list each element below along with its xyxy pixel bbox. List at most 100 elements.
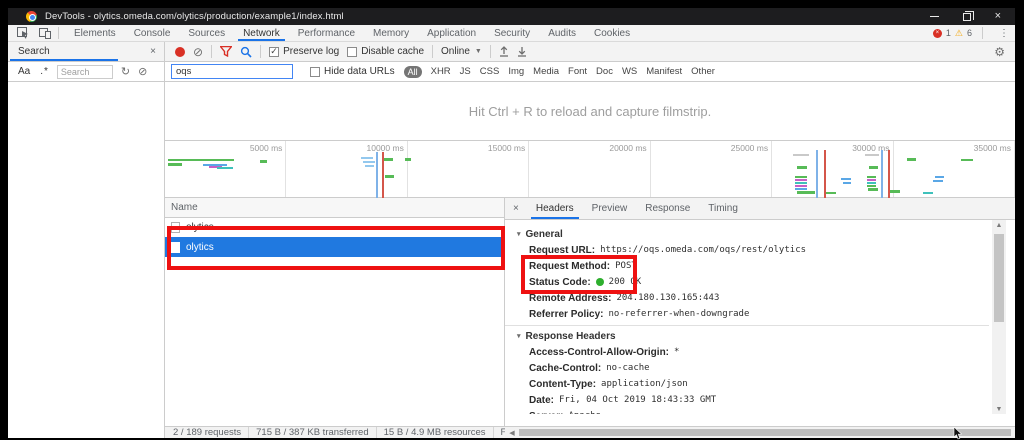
tab-memory[interactable]: Memory xyxy=(364,25,418,41)
search-input[interactable] xyxy=(57,65,113,79)
checkbox-unchecked-icon[interactable] xyxy=(347,47,357,57)
filter-pill-ws[interactable]: WS xyxy=(622,66,637,77)
warning-count: 6 xyxy=(967,28,972,38)
tab-response[interactable]: Response xyxy=(636,198,699,219)
filter-pill-manifest[interactable]: Manifest xyxy=(646,66,682,77)
scroll-down-icon[interactable]: ▼ xyxy=(992,404,1006,414)
network-filter-bar: Hide data URLs All XHR JS CSS Img Media … xyxy=(165,62,1015,81)
vertical-scrollbar[interactable]: ▲ ▼ xyxy=(992,220,1006,414)
checkbox-checked-icon[interactable]: ✓ xyxy=(269,47,279,57)
search-input-bar: Aa .* ↻ ⊘ xyxy=(8,62,165,81)
title-bar: DevTools - olytics.omeda.com/olytics/pro… xyxy=(8,8,1015,25)
error-badge-icon[interactable]: × xyxy=(933,29,942,38)
clear-search-icon[interactable]: ⊘ xyxy=(138,65,147,78)
name-column-header[interactable]: Name xyxy=(165,198,504,218)
filter-pill-css[interactable]: CSS xyxy=(480,66,500,77)
tab-console[interactable]: Console xyxy=(125,25,180,41)
timeline-segment: 25000 ms xyxy=(651,141,772,197)
export-har-icon[interactable] xyxy=(517,46,527,57)
record-button[interactable] xyxy=(175,47,185,57)
response-headers-section-header[interactable]: ▾ Response Headers xyxy=(517,328,989,344)
more-options-icon[interactable]: ⋮ xyxy=(999,28,1009,39)
throttling-dropdown[interactable]: Online ▼ xyxy=(441,46,482,57)
checkbox-unchecked-icon[interactable] xyxy=(310,67,320,77)
request-row-selected[interactable]: olytics xyxy=(165,237,504,257)
filter-pill-js[interactable]: JS xyxy=(460,66,471,77)
filter-pill-all[interactable]: All xyxy=(404,66,422,78)
maximize-button[interactable] xyxy=(963,13,971,21)
close-details-icon[interactable]: × xyxy=(505,198,527,219)
scrollbar-thumb[interactable] xyxy=(519,429,1011,436)
scrollbar-thumb[interactable] xyxy=(994,234,1004,322)
search-results-panel xyxy=(8,82,165,438)
network-panel: Hit Ctrl + R to reload and capture films… xyxy=(165,82,1015,438)
divider xyxy=(982,27,983,39)
preserve-log-checkbox[interactable]: ✓ Preserve log xyxy=(269,46,339,57)
search-panel-title: Search xyxy=(18,46,50,57)
section-divider xyxy=(505,325,989,326)
import-har-icon[interactable] xyxy=(499,46,509,57)
window-title: DevTools - olytics.omeda.com/olytics/pro… xyxy=(45,11,344,22)
network-toolbar: ⊘ ✓ Preserve log Disable cache Online ▼ … xyxy=(165,42,1015,61)
active-tab-underline xyxy=(10,59,118,61)
section-title: Response Headers xyxy=(526,331,616,342)
request-row[interactable]: olytics xyxy=(165,218,504,237)
hide-data-urls-checkbox[interactable]: Hide data URLs xyxy=(310,66,395,77)
gear-icon[interactable]: ⚙ xyxy=(994,45,1005,59)
scroll-left-icon[interactable]: ◀ xyxy=(507,427,517,438)
timeline-tick: 5000 ms xyxy=(250,143,283,153)
filter-icon[interactable] xyxy=(220,46,232,57)
tab-application[interactable]: Application xyxy=(418,25,485,41)
timeline-tick: 20000 ms xyxy=(609,143,646,153)
general-section-header[interactable]: ▾ General xyxy=(517,226,989,242)
close-search-panel-button[interactable]: × xyxy=(150,46,156,57)
tab-performance[interactable]: Performance xyxy=(289,25,364,41)
header-field: Referrer Policy: no-referrer-when-downgr… xyxy=(517,306,989,322)
tab-timing[interactable]: Timing xyxy=(699,198,747,219)
refresh-icon[interactable]: ↻ xyxy=(121,65,130,78)
network-filter-input[interactable] xyxy=(171,64,293,79)
header-field: Date: Fri, 04 Oct 2019 18:43:33 GMT xyxy=(517,392,989,408)
tab-network[interactable]: Network xyxy=(234,25,289,41)
tab-elements[interactable]: Elements xyxy=(65,25,125,41)
tab-preview[interactable]: Preview xyxy=(583,198,637,219)
search-panel-header: Search × xyxy=(8,42,165,61)
timeline-overview[interactable]: 5000 ms 10000 ms 15000 ms 20000 ms 25000… xyxy=(165,140,1015,198)
close-window-button[interactable]: × xyxy=(995,12,1001,21)
divider xyxy=(211,45,212,58)
regex-button[interactable]: .* xyxy=(40,66,49,77)
filter-pill-media[interactable]: Media xyxy=(533,66,559,77)
device-toolbar-icon[interactable] xyxy=(38,27,52,39)
divider xyxy=(432,45,433,58)
disable-cache-checkbox[interactable]: Disable cache xyxy=(347,46,424,57)
minimize-button[interactable] xyxy=(930,16,939,17)
request-details-pane: × Headers Preview Response Timing ▾ Gene… xyxy=(505,198,1015,426)
clear-requests-icon[interactable]: ⊘ xyxy=(193,46,203,58)
filter-pill-doc[interactable]: Doc xyxy=(596,66,613,77)
error-count: 1 xyxy=(946,28,951,38)
request-name: olytics xyxy=(186,242,214,253)
match-case-button[interactable]: Aa xyxy=(18,66,30,77)
filter-pill-other[interactable]: Other xyxy=(691,66,715,77)
tab-security[interactable]: Security xyxy=(485,25,539,41)
network-status-bar: 2 / 189 requests 715 B / 387 KB transfer… xyxy=(165,427,505,438)
inspect-element-icon[interactable] xyxy=(16,27,30,39)
divider xyxy=(490,45,491,58)
tab-cookies[interactable]: Cookies xyxy=(585,25,639,41)
timeline-segment: 5000 ms xyxy=(165,141,286,197)
divider xyxy=(260,45,261,58)
search-icon[interactable] xyxy=(240,46,252,58)
scroll-up-icon[interactable]: ▲ xyxy=(992,220,1006,230)
requests-count: 2 / 189 requests xyxy=(165,427,249,438)
warning-icon[interactable]: ⚠ xyxy=(955,29,963,38)
details-tab-bar: × Headers Preview Response Timing xyxy=(505,198,1015,220)
filter-pill-xhr[interactable]: XHR xyxy=(431,66,451,77)
tab-audits[interactable]: Audits xyxy=(539,25,585,41)
tab-headers[interactable]: Headers xyxy=(527,198,583,219)
hide-data-urls-label: Hide data URLs xyxy=(324,66,395,77)
horizontal-scrollbar[interactable]: ◀ xyxy=(505,427,1015,438)
tab-sources[interactable]: Sources xyxy=(179,25,234,41)
filter-pill-font[interactable]: Font xyxy=(568,66,587,77)
devtools-tab-bar: Elements Console Sources Network Perform… xyxy=(8,25,1015,42)
filter-pill-img[interactable]: Img xyxy=(508,66,524,77)
